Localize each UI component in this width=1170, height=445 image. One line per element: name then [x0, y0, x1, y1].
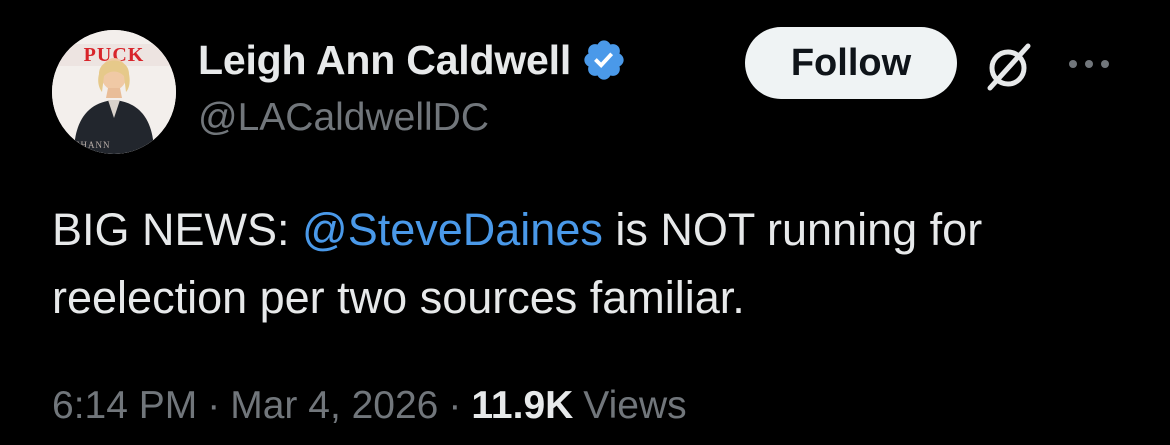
author-name-row: Leigh Ann Caldwell — [198, 34, 627, 86]
follow-button[interactable]: Follow — [745, 27, 957, 99]
avatar-image: PUCK CHANN — [52, 30, 176, 154]
tweet-time[interactable]: 6:14 PM — [52, 384, 197, 428]
verified-badge-icon — [581, 37, 627, 83]
tweet-date[interactable]: Mar 4, 2026 — [230, 384, 438, 428]
avatar[interactable]: PUCK CHANN — [52, 30, 176, 154]
tweet-card: PUCK CHANN Leigh Ann Caldwell @LACaldwel… — [0, 0, 1170, 445]
meta-separator: · — [448, 384, 462, 427]
author-handle[interactable]: @LACaldwellDC — [198, 96, 489, 140]
views-count[interactable]: 11.9K — [471, 384, 573, 428]
avatar-caption-text: CHANN — [73, 140, 110, 150]
meta-separator: · — [207, 384, 221, 427]
views-label: Views — [583, 384, 687, 427]
more-options-icon[interactable] — [1064, 47, 1114, 81]
tweet-text-before: BIG NEWS: — [52, 204, 303, 255]
tweet-text: BIG NEWS: @SteveDaines is NOT running fo… — [52, 196, 1132, 332]
author-display-name[interactable]: Leigh Ann Caldwell — [198, 37, 571, 84]
mention-link[interactable]: @SteveDaines — [302, 204, 603, 255]
grok-icon[interactable] — [982, 38, 1038, 94]
tweet-meta: 6:14 PM · Mar 4, 2026 · 11.9K Views — [52, 384, 687, 428]
